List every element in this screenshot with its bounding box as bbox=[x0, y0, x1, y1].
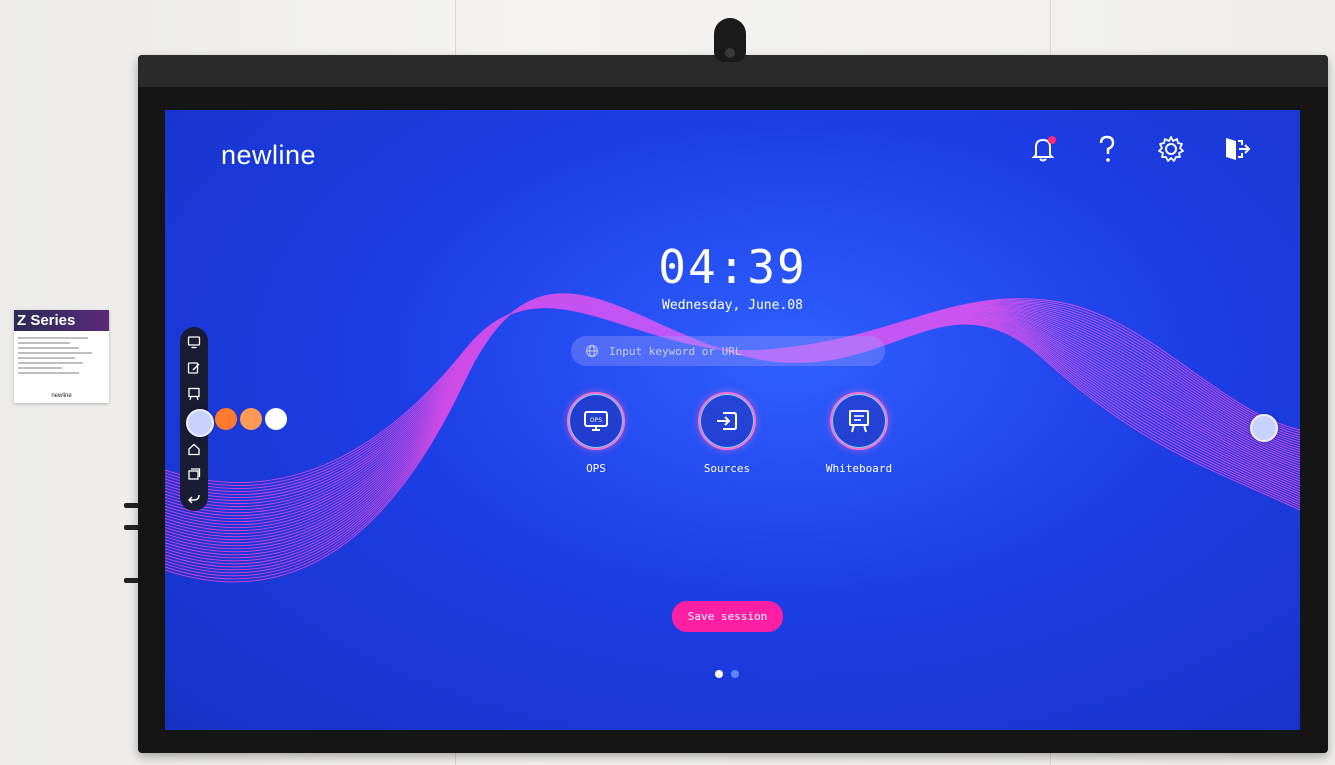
clock-date: Wednesday, June.08 bbox=[662, 298, 803, 313]
tray-app-icon[interactable] bbox=[215, 408, 237, 430]
globe-icon bbox=[586, 345, 598, 357]
placard-spec-lines bbox=[14, 331, 109, 380]
input-source-icon bbox=[698, 392, 756, 450]
annotate-icon[interactable] bbox=[187, 361, 201, 375]
back-icon[interactable] bbox=[187, 491, 201, 505]
display-screen: newline 04:39 Wednesday, June.08 OPS OPS bbox=[165, 110, 1300, 730]
clock-time: 04:39 bbox=[658, 240, 807, 294]
webcam bbox=[714, 18, 746, 62]
app-tray bbox=[215, 408, 287, 430]
floating-menu-ball-right[interactable] bbox=[1250, 414, 1278, 442]
home-icon[interactable] bbox=[187, 442, 201, 456]
ops-icon[interactable] bbox=[187, 335, 201, 349]
app-label: OPS bbox=[586, 462, 606, 475]
notification-dot bbox=[1048, 136, 1056, 144]
whiteboard-icon[interactable] bbox=[187, 387, 201, 401]
windows-icon[interactable] bbox=[187, 467, 201, 481]
app-sources[interactable]: Sources bbox=[672, 392, 782, 475]
placard-brand: newline bbox=[51, 393, 72, 399]
app-whiteboard[interactable]: Whiteboard bbox=[804, 392, 914, 475]
search-bar[interactable] bbox=[571, 336, 885, 366]
bell-icon[interactable] bbox=[1026, 132, 1060, 166]
whiteboard-icon bbox=[830, 392, 888, 450]
product-placard: Z Series newline bbox=[14, 310, 109, 403]
ops-monitor-icon: OPS bbox=[567, 392, 625, 450]
search-input[interactable] bbox=[607, 343, 871, 359]
gear-icon[interactable] bbox=[1154, 132, 1188, 166]
app-label: Whiteboard bbox=[825, 462, 893, 475]
app-ops[interactable]: OPS OPS bbox=[541, 392, 651, 475]
save-session-button[interactable]: Save session bbox=[672, 601, 783, 632]
page-dot-active[interactable] bbox=[715, 670, 723, 678]
app-label: Sources bbox=[703, 462, 751, 475]
page-dot[interactable] bbox=[731, 670, 739, 678]
top-icon-bar bbox=[1026, 132, 1252, 166]
page-indicator bbox=[715, 670, 739, 678]
tray-app-icon[interactable] bbox=[240, 408, 262, 430]
tray-app-icon[interactable] bbox=[265, 408, 287, 430]
placard-title: Z Series bbox=[14, 310, 109, 331]
exit-icon[interactable] bbox=[1218, 132, 1252, 166]
svg-text:OPS: OPS bbox=[590, 417, 602, 424]
floating-menu-ball[interactable] bbox=[186, 409, 214, 437]
help-icon[interactable] bbox=[1090, 132, 1124, 166]
brand-logo: newline bbox=[221, 140, 317, 170]
